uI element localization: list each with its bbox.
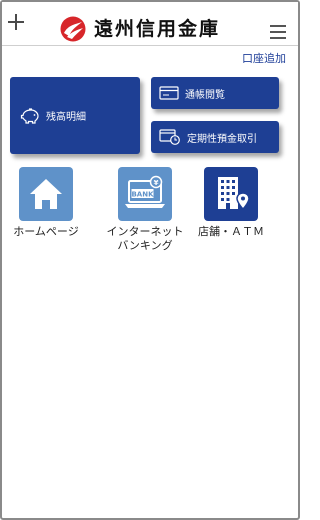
deposit-clock-icon (159, 129, 180, 145)
enshin-logo-icon (60, 16, 86, 42)
hamburger-menu-icon[interactable] (270, 25, 286, 39)
balance-details-button[interactable]: 残高明細 (10, 77, 140, 154)
laptop-bank-icon: BANK ¥ (125, 175, 165, 208)
bank-sign-text: BANK (131, 191, 154, 199)
homepage-icon-box (19, 167, 73, 221)
internet-banking-label-line2: バンキング (117, 239, 173, 252)
branch-atm-button[interactable]: 店舗・ＡＴＭ (186, 167, 276, 239)
time-deposit-button[interactable]: 定期性預金取引 (151, 121, 279, 153)
branch-atm-label: 店舗・ＡＴＭ (198, 225, 264, 238)
brand-logo[interactable]: 遠州信用金庫 (60, 16, 220, 42)
internet-banking-label-line1: インターネット (106, 225, 184, 238)
brand-name: 遠州信用金庫 (94, 17, 221, 40)
yen-sign-text: ¥ (154, 179, 159, 187)
internet-banking-button[interactable]: BANK ¥ インターネット バンキング (100, 167, 190, 253)
homepage-label: ホームページ (13, 225, 79, 238)
house-icon (30, 179, 62, 209)
app-header: 遠州信用金庫 (2, 2, 298, 46)
building-location-icon (218, 177, 250, 211)
balance-details-label: 残高明細 (46, 112, 86, 123)
time-deposit-label: 定期性預金取引 (187, 133, 257, 145)
passbook-view-button[interactable]: 通帳閲覧 (151, 77, 279, 109)
plus-icon[interactable] (6, 11, 26, 33)
homepage-button[interactable]: ホームページ (1, 167, 91, 239)
internet-banking-label: インターネット バンキング (100, 225, 190, 253)
branch-atm-icon-box (204, 167, 258, 221)
add-account-link[interactable]: 口座追加 (242, 50, 286, 66)
internet-banking-icon-box: BANK ¥ (118, 167, 172, 221)
passbook-icon (159, 86, 179, 100)
passbook-view-label: 通帳閲覧 (185, 89, 225, 101)
piggy-bank-icon (20, 107, 39, 124)
